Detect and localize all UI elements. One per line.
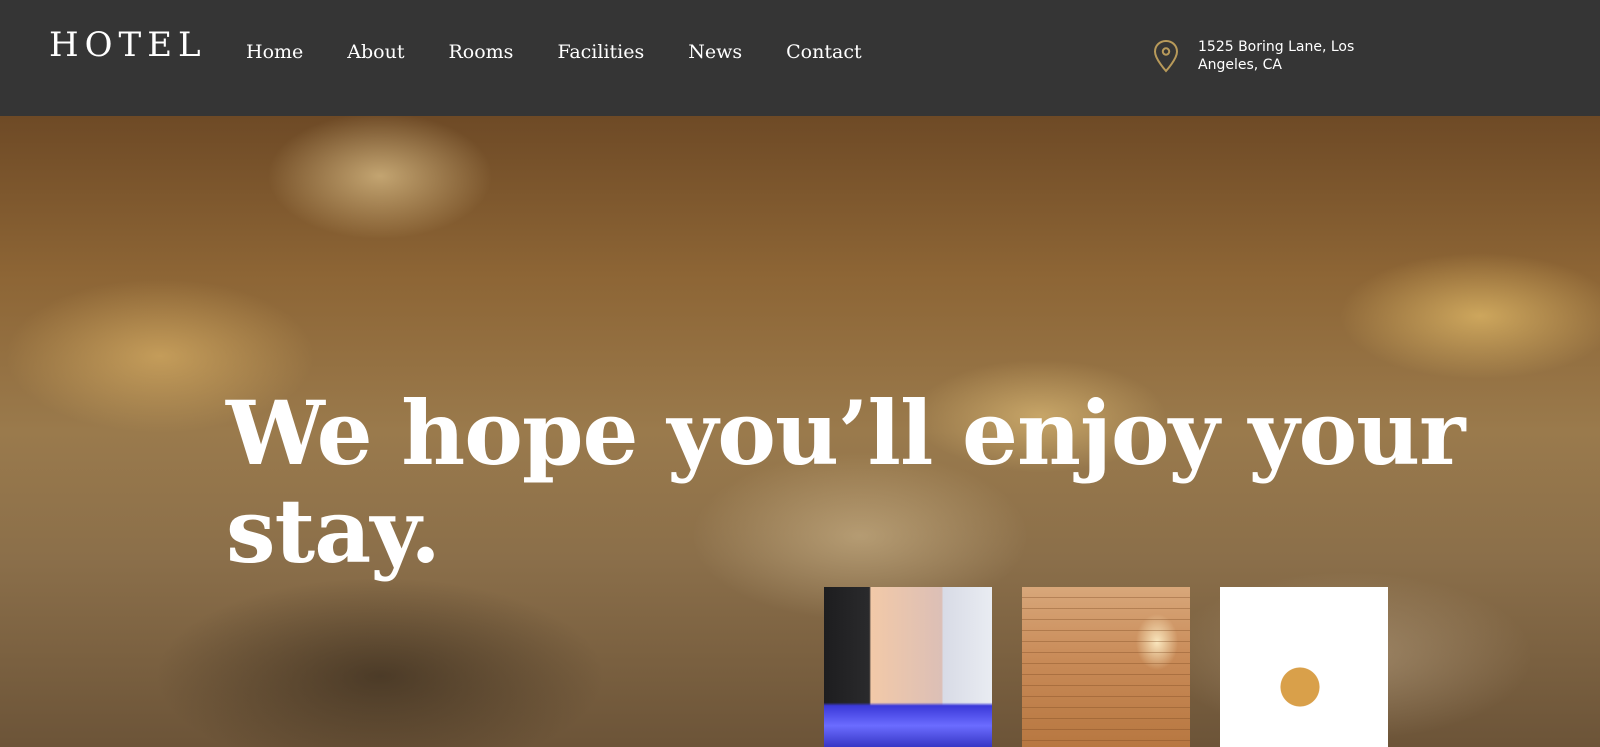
nav-about[interactable]: About — [347, 38, 404, 66]
nav-rooms[interactable]: Rooms — [448, 38, 513, 66]
map-pin-icon — [1153, 39, 1179, 73]
address-block: 1525 Boring Lane, Los Angeles, CA — [1152, 38, 1358, 74]
nav-contact[interactable]: Contact — [786, 38, 861, 66]
breakfast-image[interactable] — [1220, 587, 1388, 747]
nav-news[interactable]: News — [688, 38, 742, 66]
logo[interactable]: HOTEL — [49, 28, 207, 62]
nav-facilities[interactable]: Facilities — [557, 38, 644, 66]
nav-home[interactable]: Home — [246, 38, 303, 66]
main-nav: Home About Rooms Facilities News Contact — [246, 38, 906, 66]
address-text: 1525 Boring Lane, Los Angeles, CA — [1198, 39, 1355, 73]
site-header: HOTEL Home About Rooms Facilities News C… — [0, 0, 1600, 116]
hero-title: We hope you’ll enjoy your stay. — [226, 381, 1466, 583]
rooftop-pool-image[interactable] — [824, 587, 992, 747]
sauna-image[interactable] — [1022, 587, 1190, 747]
hero-banner: We hope you’ll enjoy your stay. — [0, 116, 1600, 747]
